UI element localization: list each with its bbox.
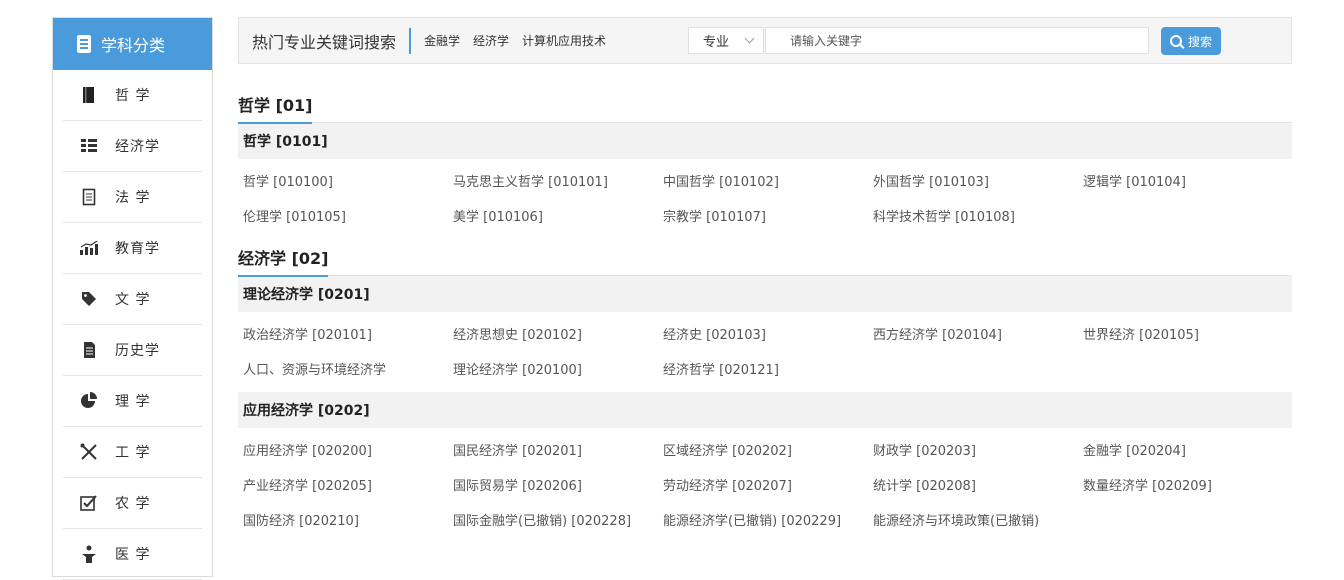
hot-keyword-link[interactable]: 经济学 xyxy=(473,32,509,49)
major-link[interactable]: 能源经济学(已撤销) [020229] xyxy=(663,502,873,537)
major-grid: 哲学 [010100] 马克思主义哲学 [010101] 中国哲学 [01010… xyxy=(238,159,1292,239)
major-link[interactable]: 科学技术哲学 [010108] xyxy=(873,198,1083,233)
search-type-select[interactable]: 专业 xyxy=(688,27,764,54)
hot-keywords: 金融学 经济学 计算机应用技术 xyxy=(424,32,606,49)
major-link[interactable]: 统计学 [020208] xyxy=(873,467,1083,502)
major-link[interactable]: 国防经济 [020210] xyxy=(243,502,453,537)
category-sidebar: 学科分类 哲 学 经济学 法 学 教育学 文 学 历史学 理 学 工 学 农 学… xyxy=(52,17,213,580)
sidebar-item-label: 医 学 xyxy=(115,547,151,563)
major-link[interactable]: 外国哲学 [010103] xyxy=(873,163,1083,198)
section-title-text: 哲学 [01] xyxy=(238,92,313,124)
select-value: 专业 xyxy=(703,35,730,50)
keyword-search-bar: 热门专业关键词搜索 金融学 经济学 计算机应用技术 专业 搜索 xyxy=(238,17,1292,64)
major-link[interactable]: 经济哲学 [020121] xyxy=(663,351,873,386)
major-link[interactable]: 国际贸易学 [020206] xyxy=(453,467,663,502)
medical-icon xyxy=(79,544,99,564)
book-icon xyxy=(79,85,99,105)
hot-keyword-link[interactable]: 金融学 xyxy=(424,32,460,49)
sidebar-item-education[interactable]: 教育学 xyxy=(63,223,202,274)
tools-icon xyxy=(79,442,99,462)
major-link[interactable]: 美学 [010106] xyxy=(453,198,663,233)
major-link[interactable]: 逻辑学 [010104] xyxy=(1083,163,1293,198)
pie-chart-icon xyxy=(79,391,99,411)
major-link[interactable]: 经济史 [020103] xyxy=(663,316,873,351)
major-link[interactable]: 世界经济 [020105] xyxy=(1083,316,1293,351)
major-link[interactable]: 国际金融学(已撤销) [020228] xyxy=(453,502,663,537)
major-link[interactable]: 产业经济学 [020205] xyxy=(243,467,453,502)
search-button[interactable]: 搜索 xyxy=(1161,27,1221,55)
sidebar-item-literature[interactable]: 文 学 xyxy=(63,274,202,325)
search-input[interactable] xyxy=(765,27,1149,54)
group-title: 应用经济学 [0202] xyxy=(238,392,1292,428)
major-link[interactable]: 马克思主义哲学 [010101] xyxy=(453,163,663,198)
sidebar-item-label: 历史学 xyxy=(115,343,160,359)
group-title: 理论经济学 [0201] xyxy=(238,276,1292,312)
major-link[interactable]: 金融学 [020204] xyxy=(1083,432,1293,467)
sidebar-header: 学科分类 xyxy=(53,18,212,70)
major-link[interactable]: 政治经济学 [020101] xyxy=(243,316,453,351)
sidebar-item-label: 工 学 xyxy=(115,445,151,461)
chevron-down-icon xyxy=(744,33,755,44)
checkbox-icon xyxy=(79,493,99,513)
major-link[interactable]: 能源经济与环境政策(已撤销) xyxy=(873,502,1083,537)
major-link[interactable]: 西方经济学 [020104] xyxy=(873,316,1083,351)
sidebar-item-medicine[interactable]: 医 学 xyxy=(63,529,202,580)
sidebar-item-engineering[interactable]: 工 学 xyxy=(63,427,202,478)
major-link[interactable]: 伦理学 [010105] xyxy=(243,198,453,233)
sidebar-item-economics[interactable]: 经济学 xyxy=(63,121,202,172)
sidebar-item-philosophy[interactable]: 哲 学 xyxy=(63,70,202,121)
major-link[interactable]: 哲学 [010100] xyxy=(243,163,453,198)
sidebar-item-label: 哲 学 xyxy=(115,88,151,104)
sidebar-item-label: 教育学 xyxy=(115,241,160,257)
sidebar-item-agriculture[interactable]: 农 学 xyxy=(63,478,202,529)
major-link[interactable]: 理论经济学 [020100] xyxy=(453,351,663,386)
search-title: 热门专业关键词搜索 xyxy=(239,27,412,54)
sidebar-title: 学科分类 xyxy=(101,36,166,55)
list-doc-icon xyxy=(77,35,91,53)
major-link[interactable]: 财政学 [020203] xyxy=(873,432,1083,467)
sidebar-item-label: 理 学 xyxy=(115,394,151,410)
major-grid: 政治经济学 [020101] 经济思想史 [020102] 经济史 [02010… xyxy=(238,312,1292,392)
major-link[interactable]: 经济思想史 [020102] xyxy=(453,316,663,351)
search-icon xyxy=(1169,35,1182,47)
grid-list-icon xyxy=(79,136,99,156)
group-title: 哲学 [0101] xyxy=(238,123,1292,159)
major-link[interactable]: 应用经济学 [020200] xyxy=(243,432,453,467)
section-title-text: 经济学 [02] xyxy=(238,245,329,277)
sidebar-item-label: 经济学 xyxy=(115,139,160,155)
section-title: 哲学 [01] xyxy=(238,86,1292,124)
section-title: 经济学 [02] xyxy=(238,239,1292,277)
major-link[interactable]: 区域经济学 [020202] xyxy=(663,432,873,467)
hot-keyword-link[interactable]: 计算机应用技术 xyxy=(522,32,606,49)
major-link[interactable]: 人口、资源与环境经济学 xyxy=(243,351,453,386)
sidebar-item-label: 文 学 xyxy=(115,292,151,308)
bar-chart-icon xyxy=(79,238,99,258)
sidebar-item-science[interactable]: 理 学 xyxy=(63,376,202,427)
major-link[interactable]: 宗教学 [010107] xyxy=(663,198,873,233)
sidebar-item-law[interactable]: 法 学 xyxy=(63,172,202,223)
search-button-label: 搜索 xyxy=(1187,34,1212,49)
major-link[interactable]: 中国哲学 [010102] xyxy=(663,163,873,198)
tag-icon xyxy=(79,289,99,309)
subject-content: 哲学 [01] 哲学 [0101] 哲学 [010100] 马克思主义哲学 [0… xyxy=(238,86,1292,543)
document-icon xyxy=(79,340,99,360)
notebook-icon xyxy=(79,187,99,207)
major-link[interactable]: 国民经济学 [020201] xyxy=(453,432,663,467)
sidebar-item-history[interactable]: 历史学 xyxy=(63,325,202,376)
sidebar-item-label: 法 学 xyxy=(115,190,151,206)
sidebar-item-label: 农 学 xyxy=(115,496,151,512)
major-link[interactable]: 劳动经济学 [020207] xyxy=(663,467,873,502)
major-grid: 应用经济学 [020200] 国民经济学 [020201] 区域经济学 [020… xyxy=(238,428,1292,543)
major-link[interactable]: 数量经济学 [020209] xyxy=(1083,467,1293,502)
